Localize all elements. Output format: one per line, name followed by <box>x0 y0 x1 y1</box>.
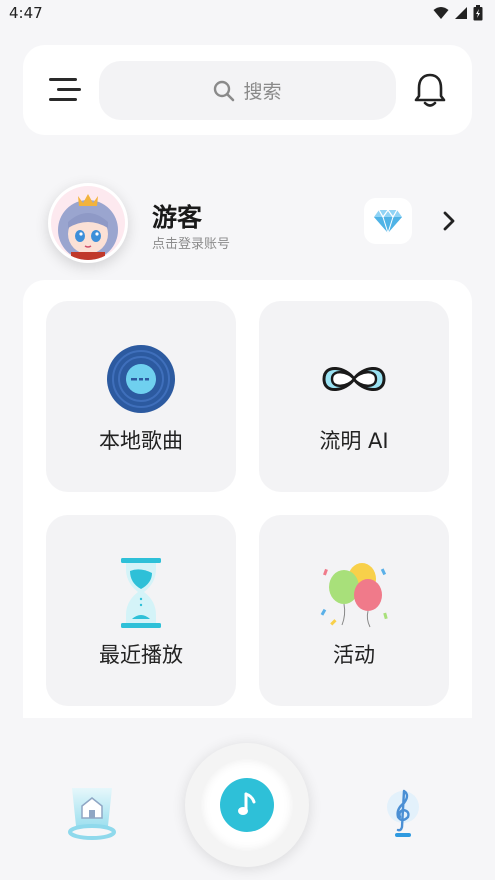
play-control[interactable] <box>185 743 309 867</box>
login-prompt[interactable]: 点击登录账号 <box>152 233 230 252</box>
wifi-icon <box>433 7 449 19</box>
search-input[interactable]: 搜索 <box>99 61 396 120</box>
vinyl-record-icon <box>105 343 177 415</box>
status-bar: 4:47 <box>0 0 495 28</box>
tile-activities[interactable]: 活动 <box>259 515 449 706</box>
status-time: 4:47 <box>9 4 43 22</box>
play-button[interactable] <box>220 778 274 832</box>
avatar-image <box>51 186 125 260</box>
feature-grid: 本地歌曲 流明 AI 最近播放 活动 <box>23 280 472 718</box>
diamond-icon <box>374 208 402 234</box>
user-name[interactable]: 游客 <box>152 198 202 234</box>
music-note-icon <box>238 792 256 815</box>
play-ring <box>201 759 293 851</box>
tile-local-songs[interactable]: 本地歌曲 <box>46 301 236 492</box>
tile-label: 本地歌曲 <box>99 429 183 453</box>
tile-recent-plays[interactable]: 最近播放 <box>46 515 236 706</box>
tile-lumen-ai[interactable]: 流明 AI <box>259 301 449 492</box>
bell-icon[interactable] <box>412 71 448 109</box>
tile-label: 最近播放 <box>99 643 183 667</box>
status-icons <box>433 5 483 21</box>
cell-signal-icon <box>455 7 467 19</box>
hourglass-icon <box>105 557 177 629</box>
infinity-icon <box>318 343 390 415</box>
home-icon[interactable] <box>66 780 118 846</box>
battery-charging-icon <box>473 5 483 21</box>
tile-label: 流明 AI <box>319 429 389 453</box>
chevron-right-icon[interactable] <box>440 210 458 232</box>
avatar[interactable] <box>48 183 128 263</box>
balloons-icon <box>318 557 390 629</box>
search-placeholder: 搜索 <box>243 81 282 103</box>
top-bar: 搜索 <box>23 45 472 135</box>
tile-label: 活动 <box>333 643 375 667</box>
menu-icon[interactable] <box>49 78 81 104</box>
bottom-nav <box>0 718 495 880</box>
vip-button[interactable] <box>364 198 412 244</box>
treble-clef-icon[interactable] <box>382 785 424 841</box>
search-icon <box>214 80 235 101</box>
